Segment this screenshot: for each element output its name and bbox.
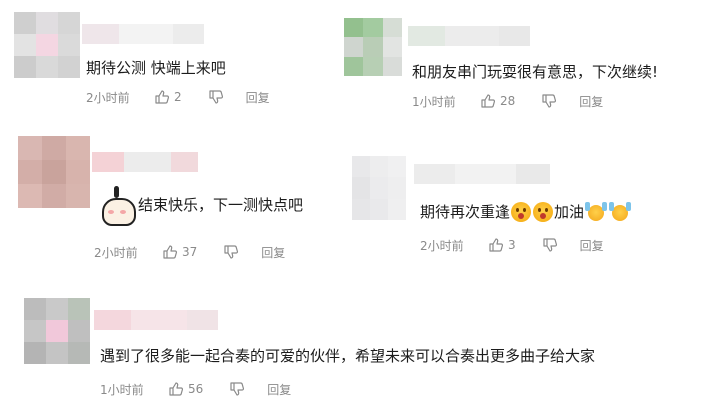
dislike-button[interactable] bbox=[541, 93, 557, 109]
reply-button[interactable]: 回复 bbox=[267, 381, 291, 398]
like-count: 2 bbox=[174, 90, 182, 104]
dislike-button[interactable] bbox=[223, 244, 239, 260]
like-button[interactable]: 37 bbox=[162, 244, 197, 260]
like-button[interactable]: 2 bbox=[154, 89, 182, 105]
thumbs-down-icon bbox=[209, 90, 223, 104]
dislike-button[interactable] bbox=[229, 381, 245, 397]
comment-text: 结束快乐，下一测快点吧 bbox=[100, 186, 304, 226]
like-count: 37 bbox=[182, 245, 198, 259]
comment-meta: 2小时前 37 回复 bbox=[94, 243, 285, 261]
comment-meta: 2小时前 2 回复 bbox=[86, 88, 270, 106]
username[interactable] bbox=[408, 26, 530, 46]
shocked-face-emoji-icon bbox=[533, 202, 554, 222]
avatar[interactable] bbox=[344, 18, 402, 76]
reply-button[interactable]: 回复 bbox=[580, 237, 604, 254]
comment-meta: 1小时前 28 回复 bbox=[412, 92, 603, 110]
username[interactable] bbox=[92, 152, 198, 172]
like-count: 56 bbox=[188, 382, 204, 396]
dislike-button[interactable] bbox=[208, 89, 224, 105]
avatar[interactable] bbox=[14, 12, 80, 78]
thumbs-up-icon bbox=[163, 245, 178, 259]
comment-text-content: 结束快乐，下一测快点吧 bbox=[138, 196, 304, 214]
sticker-image bbox=[100, 186, 136, 226]
reply-button[interactable]: 回复 bbox=[579, 93, 603, 110]
thumbs-down-icon bbox=[230, 382, 245, 396]
dislike-button[interactable] bbox=[542, 237, 558, 253]
avatar[interactable] bbox=[24, 298, 90, 364]
timestamp: 1小时前 bbox=[100, 382, 144, 397]
like-button[interactable]: 56 bbox=[168, 381, 203, 397]
comment-text-content: 期待再次重逢 bbox=[420, 203, 511, 221]
reply-button[interactable]: 回复 bbox=[261, 244, 285, 261]
thumbs-up-icon bbox=[489, 238, 504, 252]
thumbs-up-icon bbox=[155, 90, 170, 104]
like-count: 28 bbox=[500, 94, 516, 108]
avatar[interactable] bbox=[352, 156, 406, 220]
comment-meta: 1小时前 56 回复 bbox=[100, 380, 291, 398]
username[interactable] bbox=[414, 164, 550, 184]
comment-meta: 2小时前 3 回复 bbox=[420, 236, 604, 254]
like-count: 3 bbox=[508, 238, 516, 252]
thumbs-up-icon bbox=[481, 94, 496, 108]
thumbs-down-icon bbox=[543, 238, 557, 252]
thumbs-down-icon bbox=[224, 245, 239, 259]
timestamp: 1小时前 bbox=[412, 94, 456, 109]
thumbs-down-icon bbox=[542, 94, 557, 108]
comment-text: 期待再次重逢 加油 bbox=[420, 202, 632, 222]
cheer-emoji-icon bbox=[585, 202, 608, 222]
like-button[interactable]: 3 bbox=[488, 237, 516, 253]
comment-text: 和朋友串门玩耍很有意思，下次继续! bbox=[412, 63, 659, 81]
like-button[interactable]: 28 bbox=[480, 93, 515, 109]
cheer-emoji-icon bbox=[609, 202, 632, 222]
thumbs-up-icon bbox=[169, 382, 184, 396]
timestamp: 2小时前 bbox=[420, 238, 464, 253]
reply-button[interactable]: 回复 bbox=[246, 89, 270, 106]
comment-text: 期待公测 快端上来吧 bbox=[86, 59, 226, 77]
username[interactable] bbox=[82, 24, 204, 44]
comment-text-content-after: 加油 bbox=[554, 203, 585, 221]
timestamp: 2小时前 bbox=[86, 90, 130, 105]
timestamp: 2小时前 bbox=[94, 245, 138, 260]
shocked-face-emoji-icon bbox=[511, 202, 532, 222]
username[interactable] bbox=[94, 310, 218, 330]
avatar[interactable] bbox=[18, 136, 90, 208]
comment-text: 遇到了很多能一起合奏的可爱的伙伴，希望未来可以合奏出更多曲子给大家 bbox=[100, 347, 596, 365]
